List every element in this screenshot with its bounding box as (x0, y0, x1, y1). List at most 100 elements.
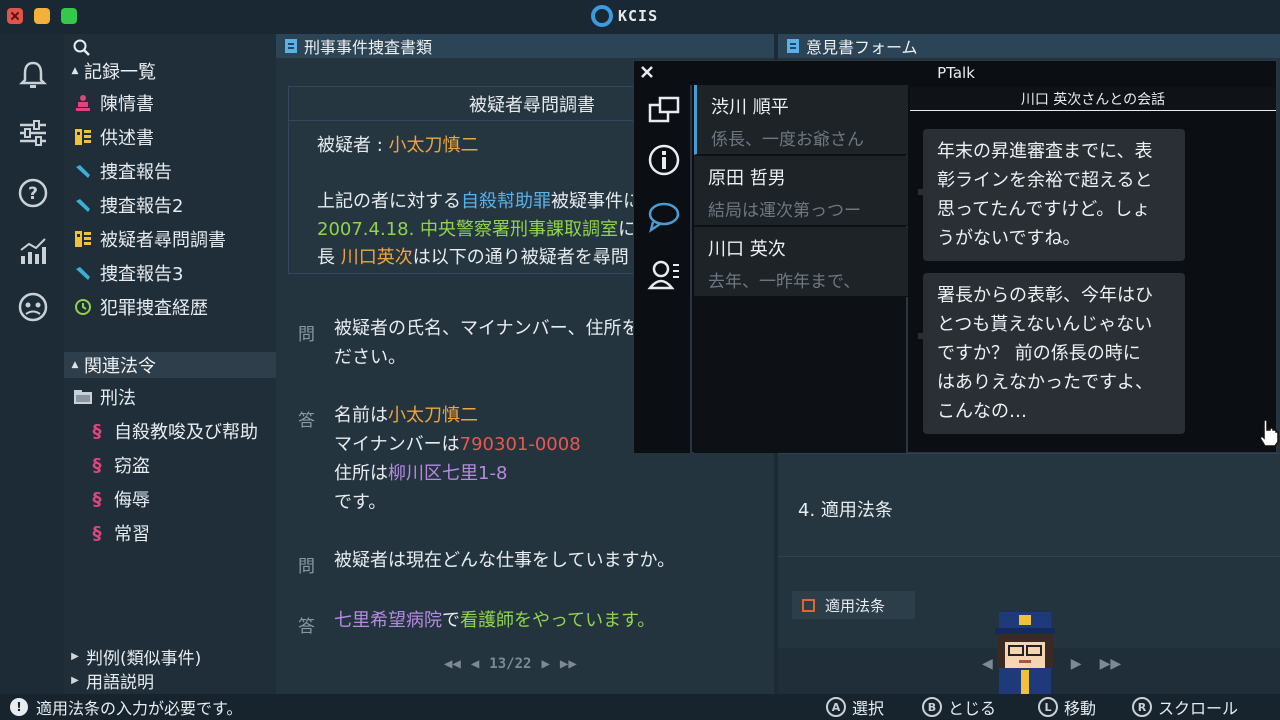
bell-icon[interactable] (16, 58, 50, 92)
text-line: 七里希望病院で看護師をやっています。 (334, 606, 655, 635)
intro-line-3: 長 川口英次は以下の通り被疑者を尋問した (317, 243, 665, 269)
law-folder-penal-code[interactable]: 刑法 (72, 382, 136, 412)
message-line: はありえなかったですよ、 (937, 372, 1153, 393)
settings-sliders-icon[interactable] (16, 116, 50, 150)
suspect-name[interactable]: 小太刀慎二 (389, 135, 479, 156)
ptalk-window[interactable]: PTalk 渋川 順平 係長、一度お爺さん 原田 哲男 結局は運次第っつー 川口… (633, 60, 1277, 453)
opinion-form-title: 意見書フォーム (806, 38, 918, 57)
law-item-label: 常習 (114, 524, 150, 545)
contact-preview: 結局は運次第っつー (708, 201, 861, 221)
person-icon (72, 93, 94, 113)
message-line: とつも貰えないんじゃない (937, 314, 1153, 335)
first-page-icon[interactable]: ◀◀ (444, 656, 461, 672)
question-text: 被疑者は現在どんな仕事をしていますか。 (334, 546, 675, 575)
record-item-label: 捜査報告2 (100, 196, 184, 217)
record-item-interrogation[interactable]: 被疑者尋問調書 (72, 224, 226, 254)
window-minimize-button[interactable] (34, 8, 50, 24)
last-page-icon[interactable]: ▶▶ (1100, 656, 1122, 672)
message-line: 年末の昇進審査までに、表 (937, 141, 1153, 162)
page-indicator: 13/22 (489, 656, 532, 672)
law-item[interactable]: § 侮辱 (86, 484, 151, 514)
law-item[interactable]: § 窃盗 (86, 450, 151, 480)
last-page-icon[interactable]: ▶▶ (560, 656, 577, 672)
window-close-button[interactable] (7, 8, 23, 24)
message-bubble: 署長からの表彰、今年はひ とつも貰えないんじゃない ですか？ 前の係長の時に は… (918, 273, 1185, 434)
hint-move: L 移動 (1038, 694, 1096, 720)
ptalk-title-bar: PTalk (634, 61, 1278, 85)
text-span: 長 (317, 247, 341, 268)
contacts-icon[interactable] (647, 257, 681, 291)
message-bubble: 年末の昇進審査までに、表 彰ラインを余裕で超えると 思ってたんですけど。しょ う… (918, 129, 1185, 261)
answer-mynumber[interactable]: 790301-0008 (460, 434, 581, 455)
suspect-line: 被疑者 : 小太刀慎二 (317, 131, 479, 157)
answer-address[interactable]: 柳川区七里1-8 (388, 463, 507, 484)
hint-label: スクロール (1158, 699, 1239, 718)
document-icon (787, 39, 799, 53)
record-item-statement[interactable]: 供述書 (72, 122, 154, 152)
app-logo: KCIS (590, 4, 658, 28)
precedents-label: 判例(類似事件) (86, 648, 202, 669)
law-item[interactable]: § 常習 (86, 518, 151, 548)
record-item-report-2[interactable]: 捜査報告2 (72, 190, 183, 220)
applicable-law-chip[interactable]: 適用法条 (792, 591, 916, 619)
records-section-header[interactable]: ▲ 記録一覧 (64, 58, 276, 84)
laws-section-header[interactable]: ▲ 関連法令 (64, 352, 276, 378)
precedents-section-header[interactable]: ▶ 判例(類似事件) (64, 644, 202, 669)
answer-text: 七里希望病院で看護師をやっています。 (334, 606, 655, 635)
record-item-label: 犯罪捜査経歴 (100, 298, 208, 319)
ptalk-title: PTalk (937, 64, 975, 82)
law-item[interactable]: § 自殺教唆及び帮助 (86, 416, 259, 446)
record-item-petition[interactable]: 陳情書 (72, 88, 154, 118)
next-page-icon[interactable]: ▶ (1071, 656, 1082, 672)
document-panel-header: 刑事事件捜査書類 (276, 34, 774, 58)
law-item-label: 窃盗 (114, 456, 150, 477)
record-item-report-3[interactable]: 捜査報告3 (72, 258, 183, 288)
hint-select: A 選択 (826, 694, 884, 720)
text-line: 住所は柳川区七里1-8 (334, 459, 581, 488)
search-icon[interactable] (72, 38, 92, 58)
next-page-icon[interactable]: ▶ (541, 656, 549, 672)
record-item-history[interactable]: 犯罪捜査経歴 (72, 292, 208, 322)
text-line: です。 (334, 492, 387, 513)
hint-close: B とじる (922, 694, 996, 720)
contact-preview: 去年、一昨年まで、 (708, 272, 861, 292)
glossary-label: 用語説明 (86, 672, 154, 693)
document-icon (285, 39, 297, 53)
text-span: 上記の者に対する (317, 191, 461, 212)
opinion-form-header: 意見書フォーム (778, 34, 1280, 58)
contact-item[interactable]: 川口 英次 去年、一昨年まで、 (694, 227, 908, 297)
stats-chart-icon[interactable] (16, 234, 50, 268)
record-item-report[interactable]: 捜査報告 (72, 156, 172, 186)
suspect-label: 被疑者 : (317, 135, 389, 156)
answer-text: 名前は小太刀慎二 マイナンバーは790301-0008 住所は柳川区七里1-8 … (334, 401, 581, 517)
text-line: マイナンバーは790301-0008 (334, 430, 581, 459)
text-span: で (442, 610, 460, 631)
contact-item[interactable]: 渋川 順平 係長、一度お爺さん (694, 85, 908, 155)
applicable-law-section[interactable]: 4. 適用法条 (778, 453, 1280, 557)
crime-name[interactable]: 自殺幇助罪 (461, 191, 551, 212)
answer-name[interactable]: 小太刀慎二 (388, 405, 478, 426)
pencil-icon (72, 161, 94, 181)
glossary-section-header[interactable]: ▶ 用語説明 (64, 668, 154, 693)
hint-scroll: R スクロール (1132, 694, 1238, 720)
collapsed-triangle-icon: ▶ (71, 650, 79, 662)
prev-page-icon[interactable]: ◀ (471, 656, 479, 672)
window-switch-icon[interactable] (647, 93, 681, 127)
answer-workplace[interactable]: 七里希望病院 (334, 610, 442, 631)
answer-job[interactable]: 看護師をやっています。 (460, 610, 655, 631)
message-line: ですか？ 前の係長の時に (937, 343, 1141, 364)
status-bar: ! 適用法条の入力が必要です。 A 選択 B とじる L 移動 R スクロール (0, 694, 1280, 720)
info-icon[interactable] (647, 143, 681, 177)
investigator-name[interactable]: 川口英次 (341, 247, 413, 268)
window-maximize-button[interactable] (61, 8, 77, 24)
date-location[interactable]: 2007.4.18. 中央警察署刑事課取調室 (317, 219, 618, 240)
contact-item[interactable]: 原田 哲男 結局は運次第っつー (694, 156, 908, 226)
help-icon[interactable]: ? (16, 176, 50, 210)
law-item-label: 侮辱 (114, 490, 150, 511)
suspect-profile-icon[interactable] (16, 290, 50, 324)
record-item-label: 捜査報告 (100, 162, 172, 183)
app-name: KCIS (618, 7, 659, 25)
close-icon[interactable] (640, 65, 654, 79)
chat-bubble-icon[interactable] (647, 199, 681, 233)
record-item-label: 供述書 (100, 128, 154, 149)
